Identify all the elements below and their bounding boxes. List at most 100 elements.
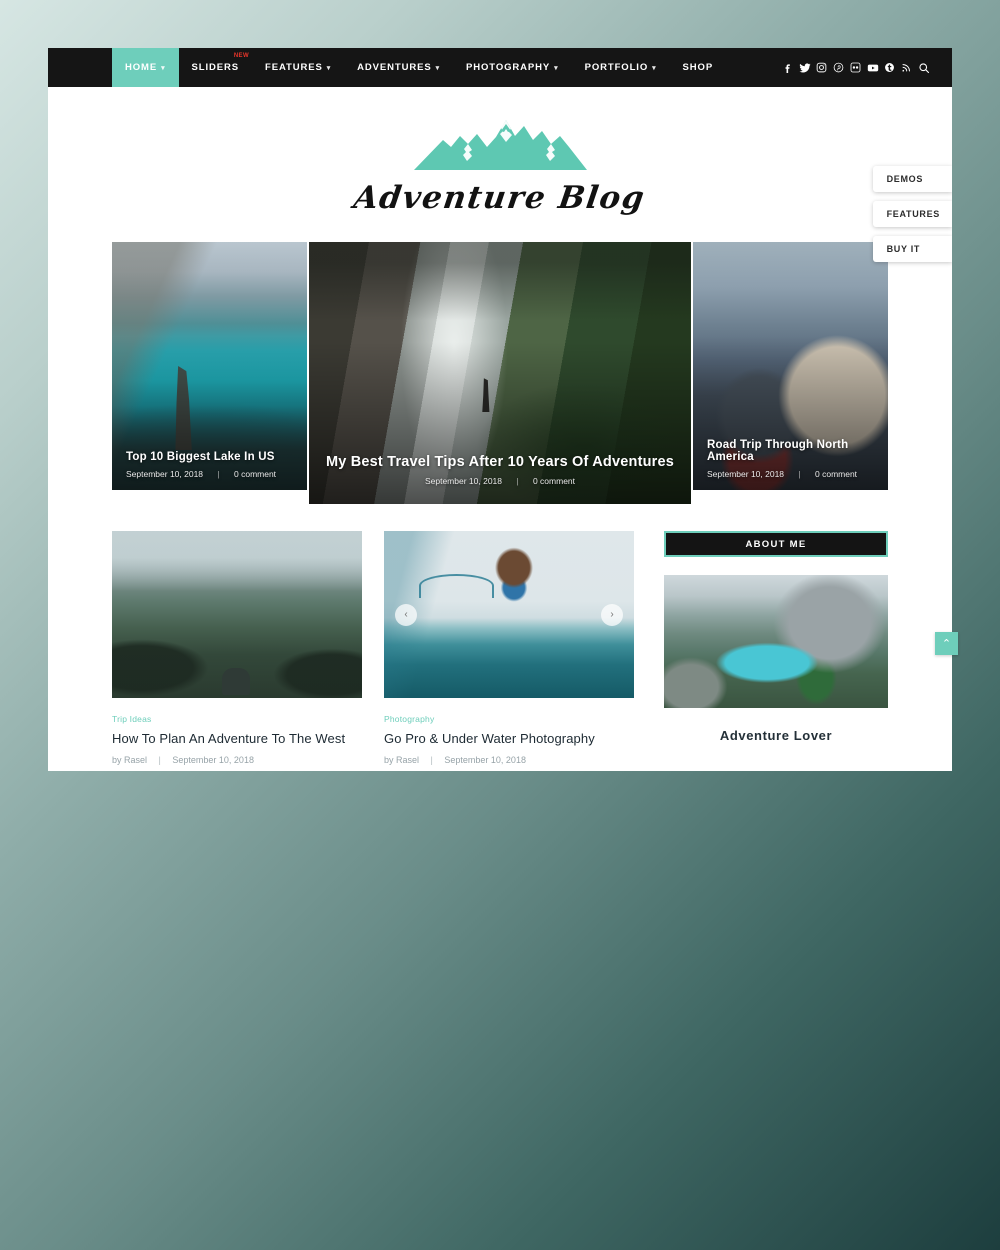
hero-caption-left: Top 10 Biggest Lake In US September 10, … xyxy=(112,451,307,479)
chevron-left-icon: ‹ xyxy=(404,609,408,620)
hero-meta: September 10, 2018 | 0 comment xyxy=(126,469,293,479)
hero-comments: 0 comment xyxy=(532,476,576,486)
twitter-icon[interactable] xyxy=(796,59,813,76)
social-links xyxy=(779,48,952,87)
hero-date: September 10, 2018 xyxy=(424,476,502,486)
side-tab-demos-label: DEMOS xyxy=(886,174,924,184)
carousel-prev-button[interactable]: ‹ xyxy=(395,603,417,626)
post-list: Trip Ideas How To Plan An Adventure To T… xyxy=(112,531,642,765)
nav-item-photography-label: PHOTOGRAPHY xyxy=(466,62,551,73)
nav-item-sliders[interactable]: SLIDERS NEW xyxy=(179,48,252,87)
nav-item-features[interactable]: FEATURES ▾ xyxy=(252,48,344,87)
nav-item-sliders-label: SLIDERS xyxy=(191,62,240,73)
chevron-down-icon: ▾ xyxy=(652,65,657,72)
search-icon[interactable] xyxy=(915,59,932,76)
nav-item-home-label: HOME xyxy=(125,62,158,73)
site-logo-text: Adventure Blog xyxy=(351,179,649,216)
side-tab-buy-it[interactable]: BUY IT xyxy=(872,236,952,262)
side-tab-features[interactable]: FEATURES xyxy=(872,201,952,227)
hero-meta: September 10, 2018 | 0 comment xyxy=(323,476,677,486)
hero-caption-right: Road Trip Through North America Septembe… xyxy=(693,439,888,479)
post-date: September 10, 2018 xyxy=(444,755,526,765)
primary-menu: HOME ▾ SLIDERS NEW FEATURES ▾ ADVENTURES… xyxy=(112,48,726,87)
chevron-down-icon: ▾ xyxy=(161,65,166,72)
post-byline: by Rasel | September 10, 2018 xyxy=(112,755,362,765)
meta-separator: | xyxy=(430,755,433,765)
nav-item-portfolio-label: PORTFOLIO xyxy=(584,62,649,73)
meta-separator: | xyxy=(798,469,801,479)
carousel-next-button[interactable]: › xyxy=(601,603,623,626)
instagram-icon[interactable] xyxy=(813,59,830,76)
nav-item-home[interactable]: HOME ▾ xyxy=(112,48,179,87)
about-me-name: Adventure Lover xyxy=(719,728,833,743)
chevron-down-icon: ▾ xyxy=(554,65,559,72)
nav-item-portfolio[interactable]: PORTFOLIO ▾ xyxy=(572,48,670,87)
side-tab-features-label: FEATURES xyxy=(886,209,940,219)
new-badge: NEW xyxy=(233,53,250,59)
sidebar: ABOUT ME Adventure Lover xyxy=(664,531,888,765)
hero-date: September 10, 2018 xyxy=(126,469,204,479)
about-me-image-detail xyxy=(664,575,888,708)
nav-left-spacer xyxy=(48,48,112,87)
content-area: Trip Ideas How To Plan An Adventure To T… xyxy=(112,531,888,765)
post-byline: by Rasel | September 10, 2018 xyxy=(384,755,634,765)
meta-separator: | xyxy=(516,476,519,486)
meta-separator: | xyxy=(158,755,161,765)
about-me-title-label: ABOUT ME xyxy=(745,538,807,550)
meta-separator: | xyxy=(217,469,220,479)
post-image-figure xyxy=(222,667,250,695)
chevron-right-icon: › xyxy=(610,609,614,620)
page-viewport: HOME ▾ SLIDERS NEW FEATURES ▾ ADVENTURES… xyxy=(48,48,952,771)
flickr-icon[interactable] xyxy=(847,59,864,76)
nav-item-adventures[interactable]: ADVENTURES ▾ xyxy=(344,48,453,87)
post-date: September 10, 2018 xyxy=(172,755,254,765)
post-card[interactable]: ‹ › Photography Go Pro & Under Water Pho… xyxy=(384,531,634,765)
post-card[interactable]: Trip Ideas How To Plan An Adventure To T… xyxy=(112,531,362,765)
hero-comments: 0 comment xyxy=(234,469,277,479)
mountain-range-icon xyxy=(413,119,587,170)
post-thumbnail[interactable]: ‹ › xyxy=(384,531,634,698)
scroll-to-top-button[interactable]: ⌃ xyxy=(935,632,958,655)
nav-item-shop[interactable]: SHOP xyxy=(670,48,727,87)
about-me-image xyxy=(664,575,888,708)
hero-title: Road Trip Through North America xyxy=(707,439,849,463)
facebook-icon[interactable] xyxy=(779,59,796,76)
post-title[interactable]: Go Pro & Under Water Photography xyxy=(384,731,634,746)
chevron-down-icon: ▾ xyxy=(435,65,441,72)
hero-title: My Best Travel Tips After 10 Years Of Ad… xyxy=(325,454,675,470)
hero-date: September 10, 2018 xyxy=(707,469,785,479)
hero-slide-left[interactable]: Top 10 Biggest Lake In US September 10, … xyxy=(112,242,307,490)
nav-item-shop-label: SHOP xyxy=(682,62,714,73)
hero-slide-center[interactable]: My Best Travel Tips After 10 Years Of Ad… xyxy=(309,242,691,504)
chevron-down-icon: ▾ xyxy=(326,65,332,72)
nav-item-photography[interactable]: PHOTOGRAPHY ▾ xyxy=(453,48,572,87)
hero-title: Top 10 Biggest Lake In US xyxy=(126,451,275,463)
post-category[interactable]: Photography xyxy=(384,714,634,724)
hero-comments: 0 comment xyxy=(815,469,858,479)
chevron-up-icon: ⌃ xyxy=(941,638,952,650)
pinterest-icon[interactable] xyxy=(830,59,847,76)
nav-item-adventures-label: ADVENTURES xyxy=(357,62,432,73)
post-title[interactable]: How To Plan An Adventure To The West xyxy=(112,731,362,746)
post-author[interactable]: by Rasel xyxy=(384,755,419,765)
side-tab-demos[interactable]: DEMOS xyxy=(872,166,952,192)
post-image-sail xyxy=(419,574,494,598)
post-category[interactable]: Trip Ideas xyxy=(112,714,362,724)
post-author[interactable]: by Rasel xyxy=(112,755,147,765)
side-tab-group: DEMOS FEATURES BUY IT xyxy=(872,166,952,262)
rss-icon[interactable] xyxy=(898,59,915,76)
main-navigation-bar: HOME ▾ SLIDERS NEW FEATURES ▾ ADVENTURES… xyxy=(48,48,952,87)
hero-meta: September 10, 2018 | 0 comment xyxy=(707,469,874,479)
side-tab-buy-it-label: BUY IT xyxy=(886,244,921,254)
hero-slide-right[interactable]: Road Trip Through North America Septembe… xyxy=(693,242,888,490)
post-image-diver-detail xyxy=(384,531,634,698)
post-thumbnail[interactable] xyxy=(112,531,362,698)
hero-slider: Top 10 Biggest Lake In US September 10, … xyxy=(112,242,888,504)
about-me-widget-title: ABOUT ME xyxy=(664,531,888,557)
hero-caption-center: My Best Travel Tips After 10 Years Of Ad… xyxy=(309,454,691,486)
nav-item-features-label: FEATURES xyxy=(265,62,323,73)
site-logo-block[interactable]: Adventure Blog xyxy=(48,87,952,242)
tumblr-icon[interactable] xyxy=(881,59,898,76)
youtube-icon[interactable] xyxy=(864,59,881,76)
